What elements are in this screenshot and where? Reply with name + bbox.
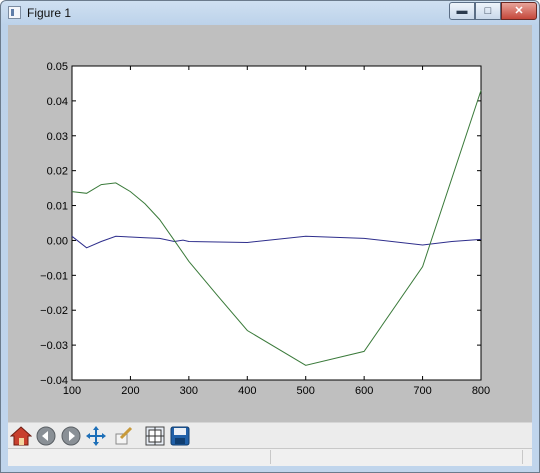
axes-frame <box>71 65 482 381</box>
back-button[interactable] <box>35 425 57 447</box>
plot-area[interactable]: 100 200 300 400 500 600 700 8000.050.040.030.02… <box>8 25 532 422</box>
figure-canvas: 100 200 300 400 500 600 700 800 0.05 0.04 0.03 0.02… <box>8 25 532 466</box>
app-icon <box>8 6 21 19</box>
y-tick-label: −0.01 <box>40 270 68 282</box>
maximize-button[interactable]: □ <box>475 2 501 20</box>
y-tick-label: −0.03 <box>40 340 68 352</box>
y-tick-label: 0.04 <box>47 96 68 108</box>
y-tick-label: 0.03 <box>47 131 68 143</box>
title-bar[interactable]: Figure 1 ▬ □ ✕ <box>1 1 539 25</box>
y-tick-label: −0.02 <box>40 305 68 317</box>
close-button[interactable]: ✕ <box>501 2 537 20</box>
status-divider <box>522 450 523 464</box>
figure-window: Figure 1 ▬ □ ✕ 100 200 300 400 500 600 700 800 0… <box>0 0 540 473</box>
x-tick-label: 300 <box>180 385 198 397</box>
x-tick-label: 600 <box>355 385 373 397</box>
arrow-left-icon <box>36 426 56 446</box>
pan-button[interactable] <box>85 425 107 447</box>
forward-button[interactable] <box>60 425 82 447</box>
status-divider <box>270 450 271 464</box>
save-button[interactable] <box>169 425 191 447</box>
x-tick-label: 200 <box>121 385 139 397</box>
configure-subplots-button[interactable] <box>144 425 166 447</box>
y-tick-label: −0.04 <box>40 375 68 387</box>
y-tick-label: 0.01 <box>47 201 68 213</box>
x-tick-label: 700 <box>413 385 431 397</box>
x-tick-label: 800 <box>472 385 490 397</box>
x-tick-label: 500 <box>297 385 315 397</box>
floppy-disk-icon <box>170 426 190 446</box>
y-tick-label: 0.00 <box>47 235 68 247</box>
x-tick-label: 400 <box>238 385 256 397</box>
navigation-toolbar <box>8 422 532 449</box>
home-icon <box>9 426 33 446</box>
window-title: Figure 1 <box>27 6 72 20</box>
home-button[interactable] <box>9 425 33 447</box>
move-arrows-icon <box>86 426 106 446</box>
arrow-right-icon <box>61 426 81 446</box>
y-tick-label: 0.02 <box>47 166 68 178</box>
subplots-icon <box>145 426 165 446</box>
status-bar <box>8 448 532 466</box>
y-tick-label: 0.05 <box>47 61 68 73</box>
zoom-rect-icon <box>115 426 133 445</box>
minimize-button[interactable]: ▬ <box>449 2 475 20</box>
zoom-button[interactable] <box>112 425 134 447</box>
